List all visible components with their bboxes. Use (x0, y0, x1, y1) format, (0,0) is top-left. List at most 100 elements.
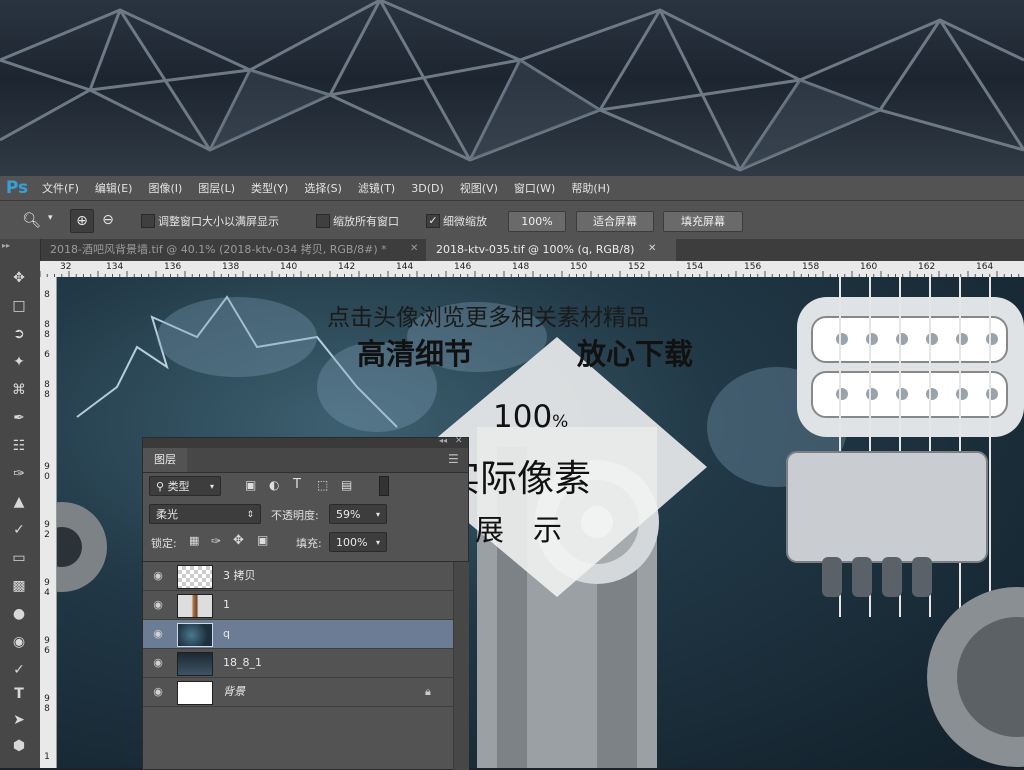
photoshop-logo: Ps (5, 178, 29, 198)
menu-edit[interactable]: 编辑(E) (87, 180, 141, 196)
layer-name: 18_8_1 (223, 656, 262, 669)
blend-mode-select[interactable]: 柔光 ⇕ (149, 504, 261, 524)
zoom-out-icon[interactable]: ⊖ (97, 209, 119, 231)
layer-thumbnail (177, 681, 213, 705)
eye-icon[interactable]: ◉ (151, 569, 165, 583)
zoom-in-icon[interactable]: ⊕ (70, 209, 94, 233)
zoom-tool-icon[interactable]: 🔍︎ (22, 211, 41, 229)
layer-row[interactable]: ◉ 背景 🔒︎ (143, 678, 453, 707)
adjustment-filter-icon[interactable]: ◐ (269, 478, 279, 492)
eye-icon[interactable]: ◉ (151, 685, 165, 699)
layer-filter-select[interactable]: ⚲ 类型 ▾ (149, 476, 221, 496)
tab-label: 2018-酒吧风背景墙.tif @ 40.1% (2018-ktv-034 拷贝… (50, 243, 387, 256)
promo-zoom-unit: % (552, 412, 569, 432)
tab-label: 2018-ktv-035.tif @ 100% (q, RGB/8) (436, 243, 635, 256)
clone-stamp-tool-icon[interactable]: ▲ (8, 491, 30, 513)
ruler-label: 9 (44, 462, 50, 472)
chevron-down-icon[interactable]: ▾ (48, 213, 53, 223)
lock-transparent-icon[interactable]: ▦ (189, 534, 199, 547)
marquee-tool-icon[interactable]: □ (8, 295, 30, 317)
menu-image[interactable]: 图像(I) (140, 180, 190, 196)
ruler-label: 8 (44, 390, 50, 400)
close-icon[interactable]: ✕ (648, 243, 656, 254)
blur-tool-icon[interactable]: ● (8, 603, 30, 625)
eye-icon[interactable]: ◉ (151, 598, 165, 612)
lock-all-icon[interactable]: ▣ (257, 533, 268, 547)
promo-line-1: 点击头像浏览更多相关素材精品 (327, 305, 649, 331)
layer-thumbnail (177, 652, 213, 676)
lasso-tool-icon[interactable]: ➲ (8, 323, 30, 345)
menu-file[interactable]: 文件(F) (34, 180, 87, 196)
layer-row[interactable]: ◉ 3 拷贝 (143, 562, 453, 591)
path-selection-tool-icon[interactable]: ➤ (8, 709, 30, 731)
dome-lattice (0, 0, 1024, 172)
menu-layer[interactable]: 图层(L) (190, 180, 243, 196)
layer-row[interactable]: ◉ 18_8_1 (143, 649, 453, 678)
layer-name: 1 (223, 598, 230, 611)
shape-filter-icon[interactable]: ⬚ (317, 478, 328, 492)
menu-select[interactable]: 选择(S) (296, 180, 350, 196)
filter-toggle[interactable] (379, 476, 389, 496)
promo-subtitle: 展 示 (475, 513, 563, 547)
fit-screen-button[interactable]: 适合屏幕 (576, 211, 654, 232)
pen-tool-icon[interactable]: ✓ (8, 659, 30, 681)
fill-screen-button[interactable]: 填充屏幕 (663, 211, 743, 232)
tab-layers[interactable]: 图层 (143, 448, 187, 472)
collapse-icon[interactable]: ◂◂ (439, 436, 447, 445)
menu-type[interactable]: 类型(Y) (243, 180, 296, 196)
type-filter-icon[interactable]: T (293, 477, 301, 492)
zoom-all-windows-checkbox[interactable] (316, 214, 330, 228)
layer-row[interactable]: ◉ q (143, 620, 453, 649)
zoom-all-windows-label: 缩放所有窗口 (333, 215, 399, 228)
lock-label: 锁定: (151, 537, 177, 550)
layers-scrollbar[interactable] (453, 562, 469, 770)
menu-3d[interactable]: 3D(D) (403, 182, 452, 195)
eye-icon[interactable]: ◉ (151, 656, 165, 670)
layers-tab-bar: 图层 ☰ (143, 448, 468, 473)
promo-zoom-number: 100 (493, 399, 553, 435)
menu-filter[interactable]: 滤镜(T) (350, 180, 403, 196)
gradient-tool-icon[interactable]: ▩ (8, 575, 30, 597)
ruler-label: 1 (44, 752, 50, 762)
layer-thumbnail (177, 594, 213, 618)
layer-row[interactable]: ◉ 1 (143, 591, 453, 620)
tab-document-2[interactable]: 2018-ktv-035.tif @ 100% (q, RGB/8) (426, 239, 676, 261)
smart-object-filter-icon[interactable]: ▤ (341, 478, 352, 492)
close-icon[interactable]: ✕ (410, 243, 418, 254)
pixel-filter-icon[interactable]: ▣ (245, 478, 256, 492)
ruler-label: 8 (44, 320, 50, 330)
menu-view[interactable]: 视图(V) (452, 180, 506, 196)
tab-document-1[interactable]: 2018-酒吧风背景墙.tif @ 40.1% (2018-ktv-034 拷贝… (40, 239, 426, 261)
eye-icon[interactable]: ◉ (151, 627, 165, 641)
close-icon[interactable]: ✕ (455, 436, 463, 446)
brush-tool-icon[interactable]: ✑ (8, 463, 30, 485)
dome-background-image (0, 0, 1024, 176)
chevron-updown-icon: ⇕ (246, 510, 254, 520)
move-tool-icon[interactable]: ✥ (8, 267, 30, 289)
scrubby-zoom-checkbox[interactable]: ✓ (426, 214, 440, 228)
crop-tool-icon[interactable]: ⌘ (8, 379, 30, 401)
lock-position-icon[interactable]: ✥ (233, 533, 244, 548)
shape-tool-icon[interactable]: ⬢ (8, 735, 30, 757)
opacity-input[interactable]: 59% ▾ (329, 504, 387, 524)
ruler-label: 8 (44, 290, 50, 300)
history-brush-tool-icon[interactable]: ✓ (8, 519, 30, 541)
magic-wand-tool-icon[interactable]: ✦ (8, 351, 30, 373)
collapse-icon[interactable]: ▸▸ (2, 241, 10, 250)
eraser-tool-icon[interactable]: ▭ (8, 547, 30, 569)
layer-name: q (223, 627, 230, 640)
ruler-label: 6 (44, 350, 50, 360)
lock-pixels-brush-icon[interactable]: ✑ (211, 534, 221, 548)
layer-thumbnail (177, 623, 213, 647)
actual-pixels-button[interactable]: 100% (508, 211, 566, 232)
resize-windows-checkbox[interactable] (141, 214, 155, 228)
dodge-tool-icon[interactable]: ◉ (8, 631, 30, 653)
fill-input[interactable]: 100% ▾ (329, 532, 387, 552)
menu-window[interactable]: 窗口(W) (506, 180, 563, 196)
type-tool-icon[interactable]: T (8, 683, 30, 705)
menu-help[interactable]: 帮助(H) (563, 180, 618, 196)
panel-menu-icon[interactable]: ☰ (448, 452, 459, 466)
eyedropper-tool-icon[interactable]: ✒ (8, 407, 30, 429)
layer-thumbnail (177, 565, 213, 589)
healing-brush-tool-icon[interactable]: ☷ (8, 435, 30, 457)
